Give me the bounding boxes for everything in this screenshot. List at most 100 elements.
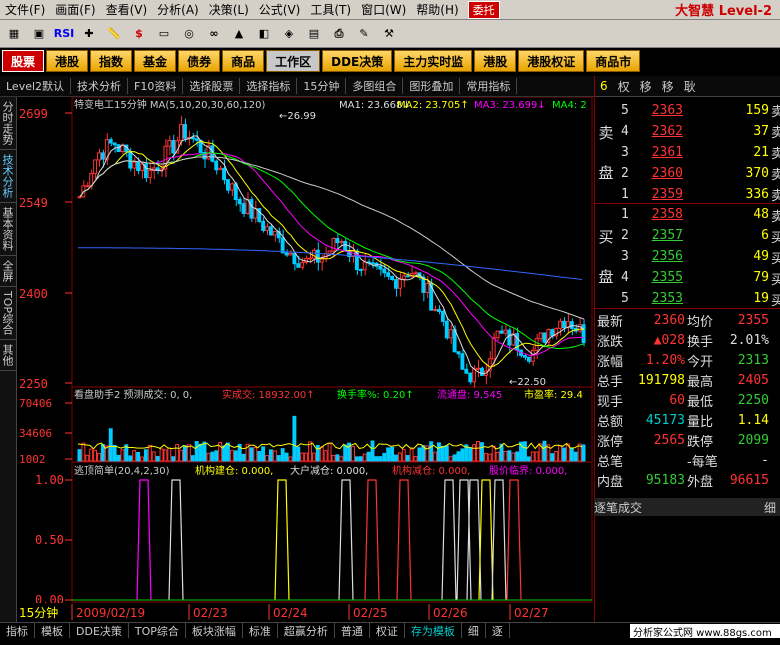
menu-item-2[interactable]: 查看(V) (101, 1, 153, 18)
binoculars-icon[interactable]: ∞ (203, 24, 225, 44)
period-label: 15分钟 (19, 605, 58, 620)
tab-10[interactable]: 港股权证 (518, 50, 585, 72)
tab-4[interactable]: 债券 (178, 50, 221, 72)
display-icon[interactable]: ▭ (153, 24, 175, 44)
subtool-0[interactable]: Level2默认 (0, 78, 72, 94)
sell-book-price[interactable]: 2363 (623, 103, 683, 118)
sell-book-price[interactable]: 2359 (623, 187, 683, 202)
tab-5[interactable]: 商品 (222, 50, 265, 72)
menu-item-5[interactable]: 公式(V) (254, 1, 306, 18)
bottom-tab-5[interactable]: 标准 (243, 622, 278, 639)
bottom-tab-3[interactable]: TOP综合 (129, 622, 186, 639)
tab-2[interactable]: 指数 (90, 50, 133, 72)
candle-body (476, 367, 480, 370)
candle-body (413, 272, 418, 275)
edit-icon[interactable]: ✎ (353, 24, 375, 44)
left-tab-0[interactable]: 分时走势 (0, 97, 16, 150)
buy-book-price[interactable]: 2355 (623, 270, 683, 285)
tab-3[interactable]: 基金 (134, 50, 177, 72)
quote-head-1[interactable]: 权 (613, 78, 635, 95)
subtool-5[interactable]: 15分钟 (297, 78, 347, 94)
menu-item-3[interactable]: 分析(A) (152, 1, 204, 18)
subtool-6[interactable]: 多图组合 (346, 78, 404, 94)
menu-item-4[interactable]: 决策(L) (204, 1, 254, 18)
candle-body (581, 324, 586, 344)
volume-bar (351, 446, 355, 462)
bottom-tab-6[interactable]: 超赢分析 (278, 622, 335, 639)
candle-body (132, 161, 137, 169)
rsi-icon[interactable]: RSI (53, 24, 75, 44)
sell-book-price[interactable]: 2361 (623, 145, 683, 160)
bottom-tab-10[interactable]: 细 (462, 622, 486, 639)
tab-6[interactable]: 工作区 (266, 50, 321, 72)
subtool-3[interactable]: 选择股票 (183, 78, 241, 94)
menu-item-7[interactable]: 窗口(W) (356, 1, 411, 18)
menu-item-0[interactable]: 文件(F) (0, 1, 50, 18)
bottom-tab-4[interactable]: 板块涨幅 (186, 622, 243, 639)
tab-9[interactable]: 港股 (474, 50, 517, 72)
menu-item-6[interactable]: 工具(T) (305, 1, 356, 18)
indicator-a: 机构建仓: 0.000, (195, 464, 273, 477)
subtool-1[interactable]: 技术分析 (71, 78, 129, 94)
buy-book-price[interactable]: 2356 (623, 249, 683, 264)
subtool-4[interactable]: 选择指标 (240, 78, 298, 94)
tab-8[interactable]: 主力实时监 (394, 50, 473, 72)
grid-icon[interactable]: ▦ (3, 24, 25, 44)
ruler-icon[interactable]: 📏 (103, 24, 125, 44)
tab-0[interactable]: 股票 (2, 50, 45, 72)
gold-icon[interactable]: ▲ (228, 24, 250, 44)
bottom-tab-9[interactable]: 存为模板 (405, 622, 462, 639)
candle-body (100, 152, 105, 160)
bottom-tab-0[interactable]: 指标 (0, 622, 35, 639)
tab-1[interactable]: 港股 (46, 50, 89, 72)
subtool-7[interactable]: 图形叠加 (403, 78, 461, 94)
folder-icon[interactable]: ▤ (303, 24, 325, 44)
menu-item-8[interactable]: 帮助(H) (411, 1, 463, 18)
subtool-8[interactable]: 常用指标 (460, 78, 518, 94)
tools-icon[interactable]: ⚒ (378, 24, 400, 44)
sell-book-price[interactable]: 2360 (623, 166, 683, 181)
buy-book-price[interactable]: 2353 (623, 291, 683, 306)
sell-book-price[interactable]: 2362 (623, 124, 683, 139)
left-tab-3[interactable]: 全屏 (0, 256, 16, 287)
quote-head-0[interactable]: 6 (595, 79, 613, 93)
bottom-tab-7[interactable]: 普通 (335, 622, 370, 639)
buy-book-price[interactable]: 2358 (623, 207, 683, 222)
volume-bar (253, 447, 258, 462)
bottom-tab-11[interactable]: 逐 (486, 622, 510, 639)
add-icon[interactable]: ✚ (78, 24, 100, 44)
tick-detail-header[interactable]: 逐笔成交 细 (594, 498, 780, 516)
volume-bar (179, 449, 184, 462)
printer-icon[interactable]: ⎙ (328, 24, 350, 44)
buy-book-price[interactable]: 2357 (623, 228, 683, 243)
dollar-icon[interactable]: $ (128, 24, 150, 44)
square-icon[interactable]: ▣ (28, 24, 50, 44)
tab-11[interactable]: 商品市 (586, 50, 641, 72)
candle-body (237, 198, 242, 205)
volume-bar (448, 456, 453, 462)
subtool-2[interactable]: F10资料 (128, 78, 184, 94)
quote-head-2[interactable]: 移 (635, 78, 657, 95)
left-tab-1[interactable]: 技术分析 (0, 150, 16, 203)
coins-icon[interactable]: ◎ (178, 24, 200, 44)
bottom-tab-2[interactable]: DDE决策 (70, 622, 129, 639)
sell-book-volume: 336 (745, 187, 769, 202)
chart-icon[interactable]: ◧ (253, 24, 275, 44)
quote-head-4[interactable]: 耿 (679, 78, 701, 95)
left-tab-2[interactable]: 基本资料 (0, 203, 16, 256)
left-tab-4[interactable]: TOP综合 (0, 287, 16, 341)
left-tab-5[interactable]: 其他 (0, 340, 16, 372)
quote-head-3[interactable]: 移 (657, 78, 679, 95)
bottom-tab-8[interactable]: 权证 (370, 622, 405, 639)
tab-7[interactable]: DDE决策 (322, 50, 393, 72)
volume-bar (515, 451, 520, 462)
tick-detail-detail[interactable]: 细 (764, 499, 780, 516)
volume-bar (296, 446, 301, 462)
compass-icon[interactable]: ◈ (278, 24, 300, 44)
volume-bar (417, 447, 422, 462)
entrust-button[interactable]: 委托 (467, 0, 500, 19)
bottom-tab-1[interactable]: 模板 (35, 622, 70, 639)
kline-chart[interactable]: 特变电工15分钟 MA(5,10,20,30,60,120) MA1: 23.66… (17, 97, 594, 622)
menu-item-1[interactable]: 画面(F) (50, 1, 100, 18)
indicator-d: 股价临界: 0.000, (489, 464, 567, 477)
